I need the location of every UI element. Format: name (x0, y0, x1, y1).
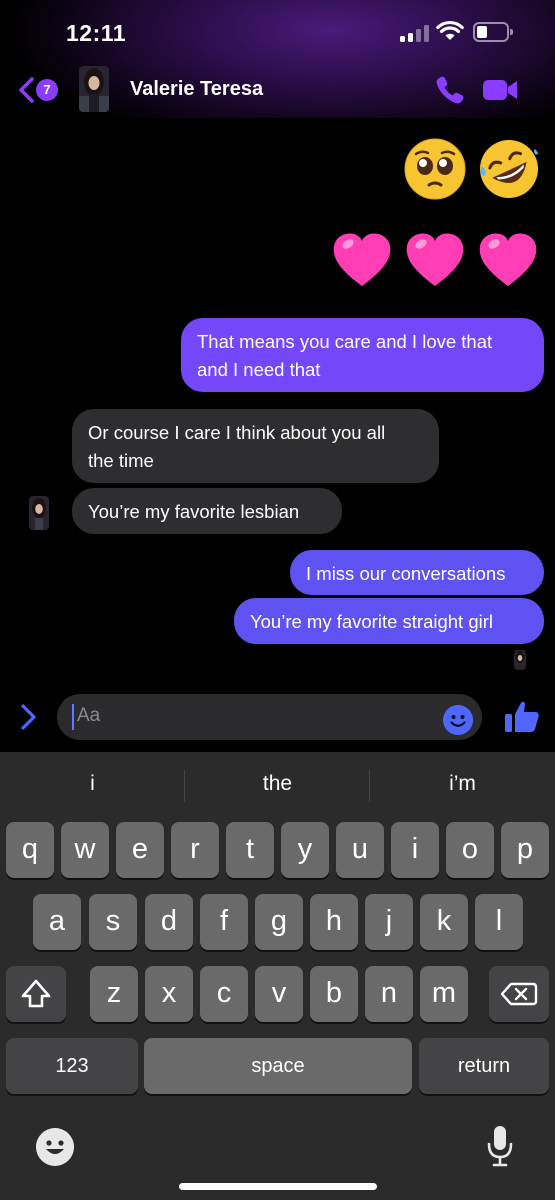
key-s[interactable]: s (89, 894, 137, 950)
key-u[interactable]: u (336, 822, 384, 878)
key-m[interactable]: m (420, 966, 468, 1022)
outgoing-message[interactable]: That means you care and I love that and … (181, 318, 544, 392)
key-n[interactable]: n (365, 966, 413, 1022)
message-text: You’re my favorite straight girl (250, 611, 494, 632)
key-r[interactable]: r (171, 822, 219, 878)
backspace-icon (500, 982, 538, 1006)
key-o[interactable]: o (446, 822, 494, 878)
key-b[interactable]: b (310, 966, 358, 1022)
incoming-message[interactable]: Or course I care I think about you all t… (72, 409, 439, 483)
message-text: Or course I care I think about you all (88, 422, 386, 443)
suggestion-item[interactable]: i (0, 772, 185, 796)
message-input[interactable]: Aa (57, 694, 482, 740)
microphone-icon[interactable] (486, 1124, 514, 1168)
back-button[interactable]: 7 (14, 74, 62, 106)
shift-key[interactable] (6, 966, 66, 1022)
key-t[interactable]: t (226, 822, 274, 878)
key-i[interactable]: i (391, 822, 439, 878)
message-text: and I need that (197, 359, 321, 380)
status-time: 12:11 (66, 20, 127, 46)
message-input-placeholder: Aa (77, 705, 101, 726)
key-a[interactable]: a (33, 894, 81, 950)
pink-heart-emoji (333, 233, 391, 286)
wifi-icon (436, 20, 464, 40)
read-receipt-avatar (514, 650, 526, 670)
key-g[interactable]: g (255, 894, 303, 950)
shift-arrow-icon (21, 979, 51, 1008)
key-k[interactable]: k (420, 894, 468, 950)
smiley-face-icon[interactable] (443, 705, 473, 735)
key-f[interactable]: f (200, 894, 248, 950)
home-indicator[interactable] (179, 1183, 377, 1190)
sender-avatar[interactable] (29, 496, 49, 530)
key-l[interactable]: l (475, 894, 523, 950)
video-call-icon[interactable] (482, 76, 518, 104)
key-v[interactable]: v (255, 966, 303, 1022)
key-x[interactable]: x (145, 966, 193, 1022)
message-text: You’re my favorite lesbian (88, 501, 300, 522)
key-y[interactable]: y (281, 822, 329, 878)
key-z[interactable]: z (90, 966, 138, 1022)
incoming-message[interactable]: You’re my favorite lesbian (72, 488, 342, 534)
space-key[interactable]: space (144, 1038, 412, 1094)
key-d[interactable]: d (145, 894, 193, 950)
unread-count-badge: 7 (36, 79, 58, 101)
key-w[interactable]: w (61, 822, 109, 878)
key-e[interactable]: e (116, 822, 164, 878)
cellular-signal-icon (400, 24, 430, 42)
return-key[interactable]: return (419, 1038, 549, 1094)
message-text: I miss our conversations (306, 563, 506, 584)
key-p[interactable]: p (501, 822, 549, 878)
pink-heart-emoji (479, 233, 537, 286)
chevron-right-icon[interactable] (18, 703, 40, 731)
outgoing-message[interactable]: You’re my favorite straight girl (234, 598, 544, 644)
status-bar: 12:11 (0, 0, 555, 60)
key-h[interactable]: h (310, 894, 358, 950)
delete-key[interactable] (489, 966, 549, 1022)
key-j[interactable]: j (365, 894, 413, 950)
rolling-on-floor-laughing-emoji (480, 140, 539, 198)
text-cursor (72, 704, 74, 730)
contact-avatar[interactable] (79, 66, 109, 112)
contact-name[interactable]: Valerie Teresa (130, 78, 263, 101)
thumbs-up-icon[interactable] (504, 700, 540, 734)
chevron-left-icon (19, 77, 34, 103)
outgoing-message[interactable]: I miss our conversations (290, 550, 544, 595)
message-text: the time (88, 450, 154, 471)
battery-icon (473, 22, 513, 42)
pink-heart-emoji (406, 233, 464, 286)
key-c[interactable]: c (200, 966, 248, 1022)
message-text: That means you care and I love that (197, 331, 493, 352)
suggestion-item[interactable]: i’m (370, 772, 555, 796)
predictive-text-bar: i the i’m (0, 752, 555, 816)
suggestion-item[interactable]: the (185, 772, 370, 796)
key-q[interactable]: q (6, 822, 54, 878)
numbers-key[interactable]: 123 (6, 1038, 138, 1094)
emoji-keyboard-icon[interactable] (36, 1128, 74, 1166)
phone-call-icon[interactable] (434, 74, 466, 106)
conversation-header: 7 Valerie Teresa (0, 62, 555, 118)
pleading-face-emoji (404, 138, 466, 200)
